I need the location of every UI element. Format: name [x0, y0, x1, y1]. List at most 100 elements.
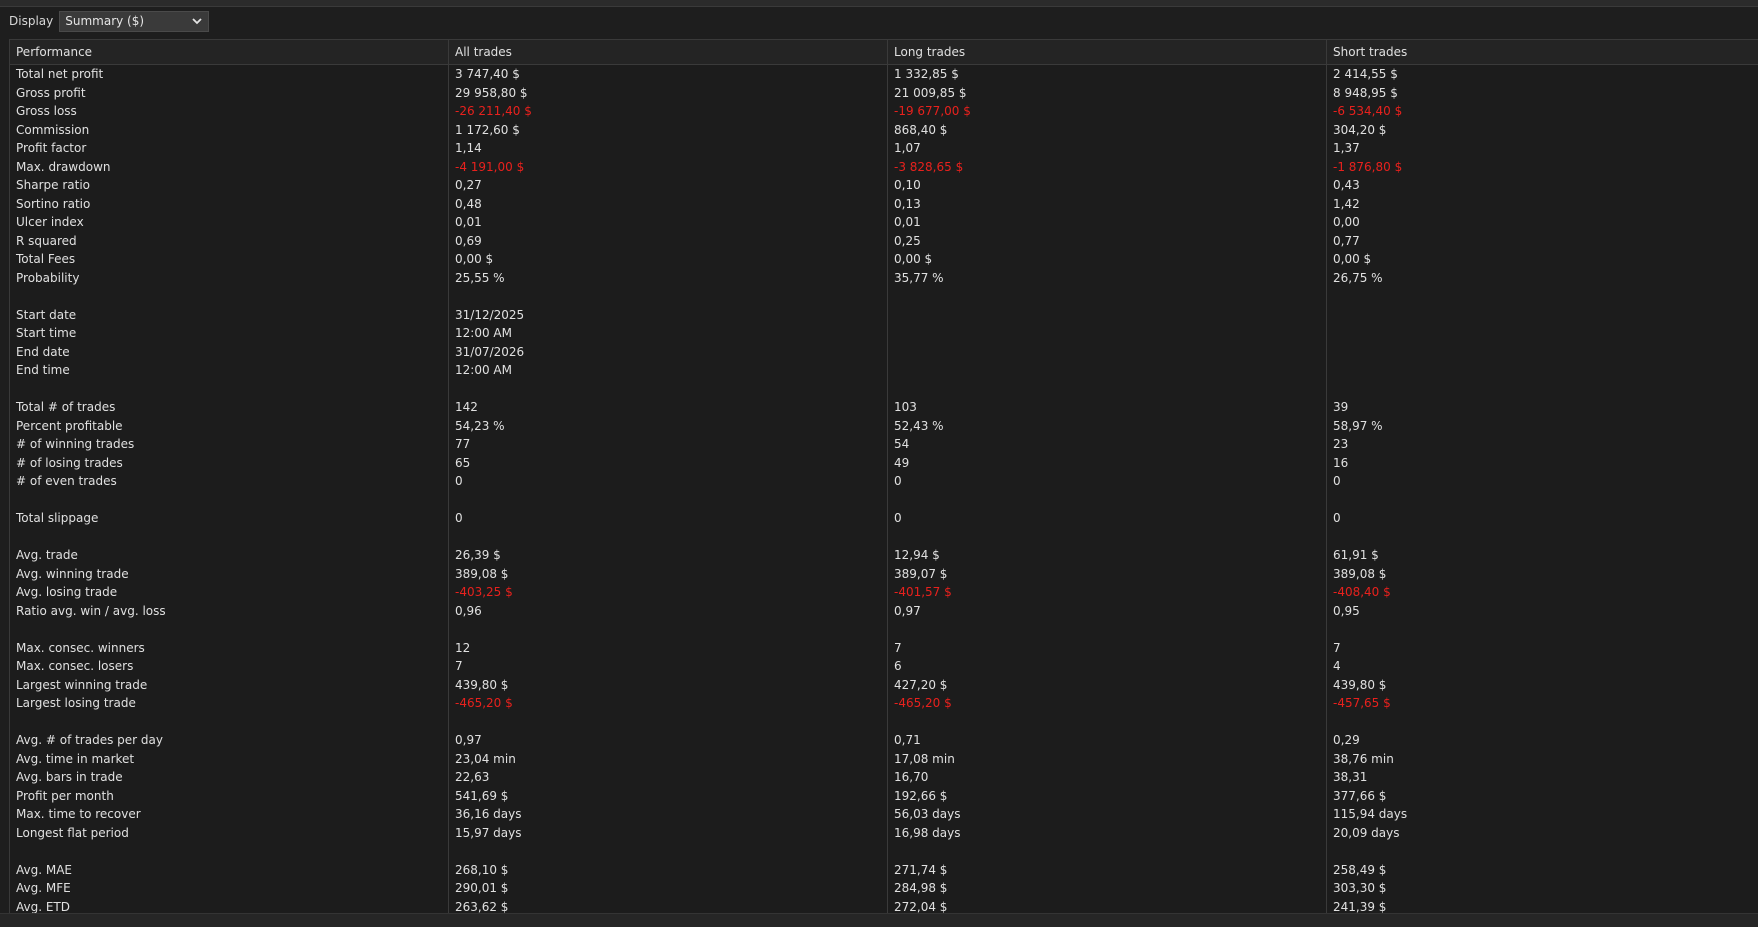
long-trades-value: 0,10 [894, 178, 921, 192]
metric-label: # of even trades [16, 474, 117, 488]
all-trades-value [449, 287, 532, 306]
short-trades-value: 303,30 $ [1333, 881, 1387, 895]
long-trades-value [888, 324, 971, 343]
all-trades-value: 31/12/2025 [455, 307, 525, 322]
short-trades-value: 439,80 $ [1333, 677, 1387, 692]
short-trades-value [1327, 491, 1407, 510]
metric-label: Avg. MFE [16, 881, 71, 895]
metric-label: Avg. bars in trade [16, 770, 123, 784]
metric-label: Profit per month [16, 788, 114, 803]
metric-label: Ratio avg. win / avg. loss [16, 603, 166, 618]
long-trades-value: 21 009,85 $ [894, 85, 967, 100]
all-trades-value: 36,16 days [455, 807, 522, 821]
label-rows: Total net profit Gross profit Gross loss Co… [10, 65, 166, 916]
long-trades-value [888, 842, 971, 861]
short-trades-value: 38,76 min [1333, 751, 1394, 766]
all-trades-value: 25,55 % [455, 270, 505, 285]
metric-label: Largest winning trade [16, 677, 148, 692]
metric-label: Avg. time in market [16, 751, 135, 766]
long-trades-value: -19 677,00 $ [894, 104, 971, 118]
long-trades-value: 1 332,85 $ [894, 67, 959, 81]
all-trades-value: 290,01 $ [455, 881, 509, 895]
all-trades-value: 26,39 $ [455, 548, 501, 562]
metric-label: Avg. trade [16, 548, 78, 562]
metric-label: # of losing trades [16, 455, 123, 470]
long-trades-value [888, 380, 971, 399]
all-trades-column: All trades 3 747,40 $ 29 958,80 $ -26 211,… [449, 40, 888, 914]
metric-label: Max. time to recover [16, 807, 141, 821]
short-trades-value [1327, 620, 1407, 639]
long-trades-value: 54 [894, 437, 910, 451]
short-trades-value: 0,00 $ [1333, 252, 1372, 266]
long-trades-value [888, 491, 971, 510]
metric-label: # of winning trades [16, 437, 135, 451]
short-trades-value: 0 [1333, 511, 1341, 525]
long-trades-value [888, 306, 971, 325]
metric-label [10, 842, 166, 861]
all-trades-value [449, 380, 532, 399]
all-trades-value: 1,14 [455, 141, 482, 155]
all-trades-value: 142 [455, 400, 478, 414]
all-trades-value: 0,97 [455, 733, 482, 747]
long-trades-value: 16,70 [894, 770, 929, 784]
metric-label: Total # of trades [16, 400, 116, 414]
long-trades-rows: 1 332,85 $ 21 009,85 $ -19 677,00 $ 868,40 … [888, 65, 971, 916]
column-header-performance[interactable]: Performance [10, 40, 448, 65]
long-trades-value: 16,98 days [894, 825, 961, 840]
short-trades-value: 26,75 % [1333, 270, 1383, 285]
metric-label: Gross loss [16, 104, 77, 118]
metric-label: Max. consec. losers [16, 659, 134, 673]
metric-label: Probability [16, 270, 80, 285]
display-toolbar: Display Summary ($) [0, 10, 210, 32]
short-trades-value: 39 [1333, 400, 1349, 414]
metric-label: Start time [16, 326, 77, 340]
long-trades-value: 52,43 % [894, 418, 944, 433]
long-trades-value: 49 [894, 455, 910, 470]
short-trades-value [1327, 713, 1407, 732]
long-trades-value: 7 [894, 640, 902, 655]
short-trades-value: 0,77 [1333, 233, 1360, 248]
metric-label: Percent profitable [16, 418, 123, 433]
long-trades-value: 284,98 $ [894, 881, 948, 895]
chevron-down-icon [192, 17, 202, 24]
metric-label: Commission [16, 122, 90, 137]
metric-label: Gross profit [16, 85, 86, 100]
metric-label: Start date [16, 307, 77, 322]
long-trades-value [888, 528, 971, 547]
short-trades-value [1327, 361, 1407, 380]
metric-label: End time [16, 363, 70, 377]
metric-label [10, 380, 166, 399]
long-trades-value: 1,07 [894, 141, 921, 155]
all-trades-value: 77 [455, 437, 471, 451]
all-trades-value: 268,10 $ [455, 862, 509, 877]
all-trades-value: 1 172,60 $ [455, 122, 520, 137]
short-trades-value: 61,91 $ [1333, 548, 1379, 562]
all-trades-value [449, 842, 532, 861]
all-trades-value: 439,80 $ [455, 677, 509, 692]
long-trades-value: 868,40 $ [894, 122, 948, 137]
metric-label: Avg. MAE [16, 862, 72, 877]
long-trades-value: 0,71 [894, 733, 921, 747]
column-header-long-trades[interactable]: Long trades [888, 40, 1326, 65]
metric-label: Avg. losing trade [16, 585, 118, 599]
short-trades-value: 38,31 [1333, 770, 1368, 784]
short-trades-value: -457,65 $ [1333, 696, 1391, 710]
short-trades-value: 7 [1333, 640, 1341, 655]
display-mode-value: Summary ($) [65, 14, 145, 28]
display-mode-select[interactable]: Summary ($) [59, 10, 210, 32]
column-header-all-trades[interactable]: All trades [449, 40, 887, 65]
short-trades-value: 258,49 $ [1333, 862, 1387, 877]
long-trades-value: -401,57 $ [894, 585, 952, 599]
metric-label [10, 620, 166, 639]
long-trades-value: 0,25 [894, 233, 921, 248]
metric-label: Avg. winning trade [16, 566, 129, 581]
short-trades-value: 377,66 $ [1333, 788, 1387, 803]
short-trades-value: 0,29 [1333, 733, 1360, 747]
all-trades-value: -403,25 $ [455, 585, 513, 599]
short-trades-value: 1,42 [1333, 196, 1360, 211]
display-label: Display [9, 14, 54, 28]
column-header-short-trades[interactable]: Short trades [1327, 40, 1758, 65]
long-trades-value: 0,00 $ [894, 252, 933, 266]
metric-label: Largest losing trade [16, 696, 136, 710]
all-trades-value: 0,96 [455, 603, 482, 618]
